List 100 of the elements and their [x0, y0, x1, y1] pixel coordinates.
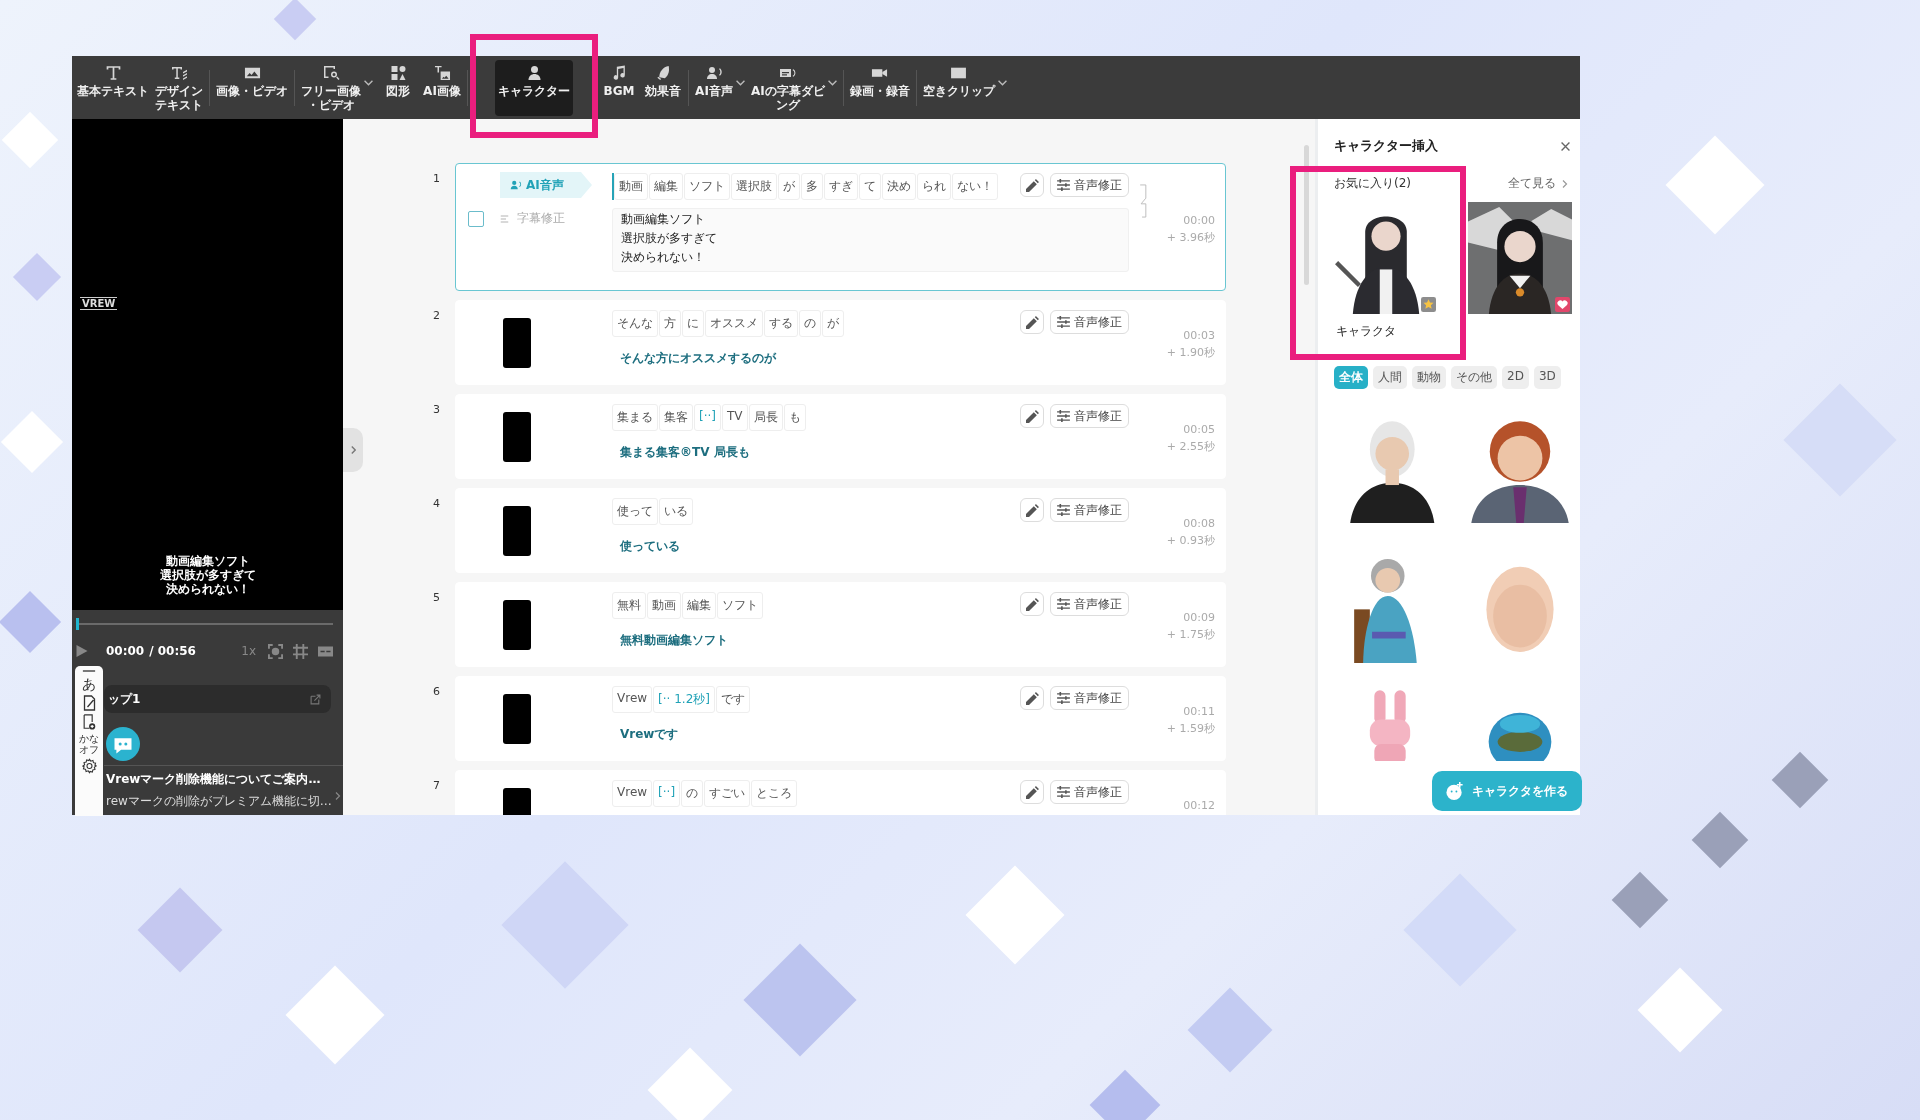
filter-chip[interactable]: 2D [1502, 366, 1529, 389]
see-all-link[interactable]: 全て見る [1508, 175, 1556, 192]
subtitle-text[interactable]: 使っている [612, 538, 1129, 555]
heart-badge-icon[interactable] [1555, 297, 1570, 312]
word-chip[interactable]: Vrew [612, 686, 653, 713]
clip-card[interactable]: 無料 動画 編集 ソフト 音声修正 無料動画編集ソフト 00:09 + 1.75秒 [455, 582, 1226, 667]
filter-chip[interactable]: 3D [1533, 366, 1561, 389]
word-chip[interactable]: すごい [704, 780, 751, 807]
toolbar-button[interactable]: フリー画像 ・ビデオ [298, 59, 364, 116]
voice-edit-button[interactable]: 音声修正 [1050, 498, 1129, 522]
voice-edit-button[interactable]: 音声修正 [1050, 780, 1129, 804]
edit-button[interactable] [1020, 592, 1044, 616]
voice-edit-button[interactable]: 音声修正 [1050, 310, 1129, 334]
word-chip[interactable]: ソフト [684, 173, 730, 200]
word-chip[interactable]: 局長 [748, 404, 783, 431]
voice-edit-button[interactable]: 音声修正 [1050, 592, 1129, 616]
word-chip[interactable]: ない！ [952, 173, 998, 200]
word-chip[interactable]: が [822, 310, 844, 337]
clip-card[interactable]: 使って いる 音声修正 使っている 00:08 + 0.93秒 [455, 488, 1226, 573]
toolbar-button[interactable]: 図形 [376, 59, 420, 116]
word-chip[interactable]: オススメ [705, 310, 763, 337]
document-edit-icon[interactable] [81, 695, 97, 711]
notice-banner[interactable]: Vrewマーク削除機能についてご案内… rewマークの削除がプレミアム機能に切… [104, 765, 343, 810]
toolbar-button[interactable]: 効果音 [641, 59, 685, 116]
word-chip[interactable]: する [764, 310, 798, 337]
word-chip[interactable]: 集客 [659, 404, 693, 431]
settings-icon[interactable] [81, 758, 97, 774]
word-chip[interactable]: ソフト [717, 592, 763, 619]
edit-button[interactable] [1020, 498, 1044, 522]
word-chip[interactable]: の [799, 310, 821, 337]
edit-button[interactable] [1020, 173, 1044, 197]
video-thumbnail[interactable] [503, 317, 531, 368]
word-chip[interactable]: TV [722, 404, 748, 431]
clip-card[interactable]: Vrew [·· 1.2秒] です 音声修正 Vrewです 00:11 + 1.59秒 [455, 676, 1226, 761]
toolbar-button[interactable]: 空きクリップ [919, 59, 998, 116]
minimize-icon[interactable] [82, 669, 96, 673]
toolbar-button[interactable]: AI画像 [420, 59, 464, 116]
clip-title-bar[interactable]: ップ1 [104, 685, 331, 713]
word-chip[interactable]: の [681, 780, 704, 807]
clip-card[interactable]: AI音声 字幕修正 動画 編集 ソフト 選択肢 が 多 すぎ て 決め られ ない！ 音声修正 動画編集ソフト 選択肢が多すぎて 決められない！ 00:00 + 3.96秒 [455, 163, 1226, 291]
word-chip[interactable]: て [859, 173, 881, 200]
word-chip[interactable]: 無料 [612, 592, 646, 619]
word-chip[interactable]: に [682, 310, 704, 337]
chevron-right-icon[interactable] [350, 446, 356, 454]
word-chip[interactable]: られ [917, 173, 951, 200]
subtitle-field[interactable]: 動画編集ソフト 選択肢が多すぎて 決められない！ [612, 208, 1129, 272]
toolbar-button[interactable]: 画像・ビデオ [213, 59, 291, 116]
clip-card[interactable]: Vrew [··] の すごい ところ 音声修正 00:12 [455, 770, 1226, 815]
clip-card[interactable]: そんな 方 に オススメ する の が 音声修正 そんな方にオススメするのが 00:03 + 1.90秒 [455, 300, 1226, 385]
word-chip[interactable]: です [715, 686, 750, 713]
edit-button[interactable] [1020, 686, 1044, 710]
close-icon[interactable] [1561, 141, 1570, 151]
play-icon[interactable] [76, 645, 88, 657]
word-chip[interactable]: 動画 [647, 592, 681, 619]
word-chip[interactable]: 動画 [614, 173, 648, 200]
chevron-down-icon[interactable] [736, 79, 745, 86]
chevron-down-icon[interactable] [827, 79, 837, 86]
filter-chip[interactable]: 動物 [1412, 366, 1446, 389]
word-chip[interactable]: が [778, 173, 800, 200]
word-chip[interactable]: いる [659, 498, 693, 525]
chevron-down-icon[interactable] [997, 79, 1007, 86]
chevron-right-icon[interactable] [335, 792, 341, 800]
word-chip[interactable]: 編集 [649, 173, 683, 200]
word-chip[interactable]: 使って [612, 498, 658, 525]
word-chip[interactable]: も [783, 404, 806, 431]
word-chip[interactable]: 集まる [612, 404, 658, 431]
star-badge-icon[interactable] [1421, 297, 1436, 312]
subtitle-text[interactable]: 集まる集客®TV 局長も [612, 444, 1129, 461]
toolbar-button[interactable]: デザイン テキスト [152, 59, 206, 116]
word-chip[interactable]: 選択肢 [731, 173, 777, 200]
edit-button[interactable] [1020, 780, 1044, 804]
external-link-icon[interactable] [310, 693, 321, 705]
subtitle-text[interactable]: Vrewです [612, 726, 1129, 743]
chat-bubble-icon[interactable] [106, 727, 140, 761]
word-chip[interactable]: そんな [612, 310, 658, 337]
kana-tool[interactable]: あ [82, 676, 96, 692]
word-chip[interactable]: 決め [882, 173, 916, 200]
voice-edit-button[interactable]: 音声修正 [1050, 173, 1129, 197]
video-thumbnail[interactable] [503, 599, 531, 650]
document-add-icon[interactable] [81, 714, 97, 730]
toolbar-button[interactable]: AIの字幕ダビ ング [748, 59, 828, 116]
clip-card[interactable]: 集まる 集客 [··] TV 局長 も 音声修正 集まる集客®TV 局長も 00:05 + 2.55秒 [455, 394, 1226, 479]
toolbar-button[interactable]: BGM [597, 59, 641, 116]
word-chip[interactable]: 多 [801, 173, 823, 200]
video-thumbnail[interactable] [503, 505, 531, 556]
filter-chip[interactable]: 人間 [1373, 366, 1407, 389]
toolbar-button[interactable]: キャラクター [495, 59, 573, 116]
word-chip[interactable]: 編集 [682, 592, 716, 619]
toolbar-button[interactable]: 録画・録音 [846, 59, 913, 116]
word-chip[interactable]: ところ [751, 780, 798, 807]
collapse-handle[interactable] [343, 428, 363, 472]
toolbar-button[interactable]: 基本テキスト [74, 59, 152, 116]
word-chip[interactable]: すぎ [824, 173, 858, 200]
subtitle-text[interactable]: そんな方にオススメするのが [612, 350, 1129, 367]
scrollbar[interactable] [1304, 145, 1309, 285]
video-thumbnail[interactable] [503, 411, 531, 462]
filter-chip[interactable]: その他 [1451, 366, 1497, 389]
voice-edit-button[interactable]: 音声修正 [1050, 404, 1129, 428]
grid-icon[interactable] [293, 643, 308, 659]
subtitle-text[interactable]: 無料動画編集ソフト [612, 632, 1129, 649]
